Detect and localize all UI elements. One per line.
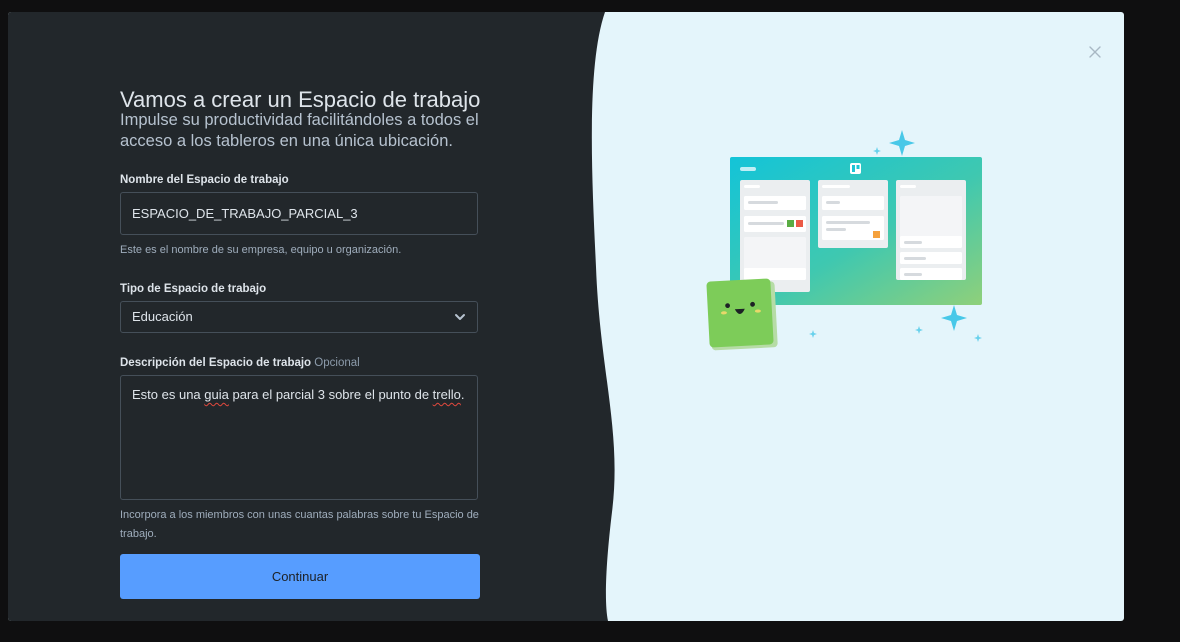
description-text-part: . [460, 387, 465, 402]
green-square-character [706, 278, 778, 351]
form-subtitle: Impulse su productividad facilitándoles … [120, 111, 479, 150]
workspace-description-textarea[interactable]: Esto es una guia para el parcial 3 sobre… [120, 375, 478, 500]
workspace-description-label: Descripción del Espacio de trabajo Opcio… [120, 357, 360, 369]
description-label-text: Descripción del Espacio de trabajo [120, 357, 312, 369]
workspace-illustration [706, 130, 982, 351]
workspace-description-help: Incorpora a los miembros con unas cuanta… [120, 509, 479, 540]
misspelled-word: trello [432, 387, 461, 402]
description-text-part: para el parcial 3 sobre el punto de [228, 387, 433, 402]
workspace-type-label: Tipo de Espacio de trabajo [120, 283, 267, 295]
workspace-type-value: Educación [132, 309, 193, 324]
workspace-name-help: Este es el nombre de su empresa, equipo … [120, 244, 402, 256]
continue-button[interactable]: Continuar [120, 554, 480, 599]
optional-tag: Opcional [314, 357, 360, 369]
workspace-type-select[interactable]: Educación [120, 301, 478, 333]
create-workspace-modal: Vamos a crear un Espacio de trabajo Impu… [8, 12, 1124, 621]
close-icon[interactable] [1087, 44, 1103, 60]
trello-logo-icon [850, 163, 861, 174]
misspelled-word: guia [204, 387, 229, 402]
chevron-down-icon [455, 314, 465, 320]
workspace-name-input[interactable]: ESPACIO_DE_TRABAJO_PARCIAL_3 [120, 192, 478, 235]
workspace-name-label: Nombre del Espacio de trabajo [120, 174, 289, 186]
form-panel: Vamos a crear un Espacio de trabajo Impu… [8, 12, 668, 621]
description-text-part: Esto es una [132, 387, 205, 402]
form-title: Vamos a crear un Espacio de trabajo [120, 86, 481, 112]
